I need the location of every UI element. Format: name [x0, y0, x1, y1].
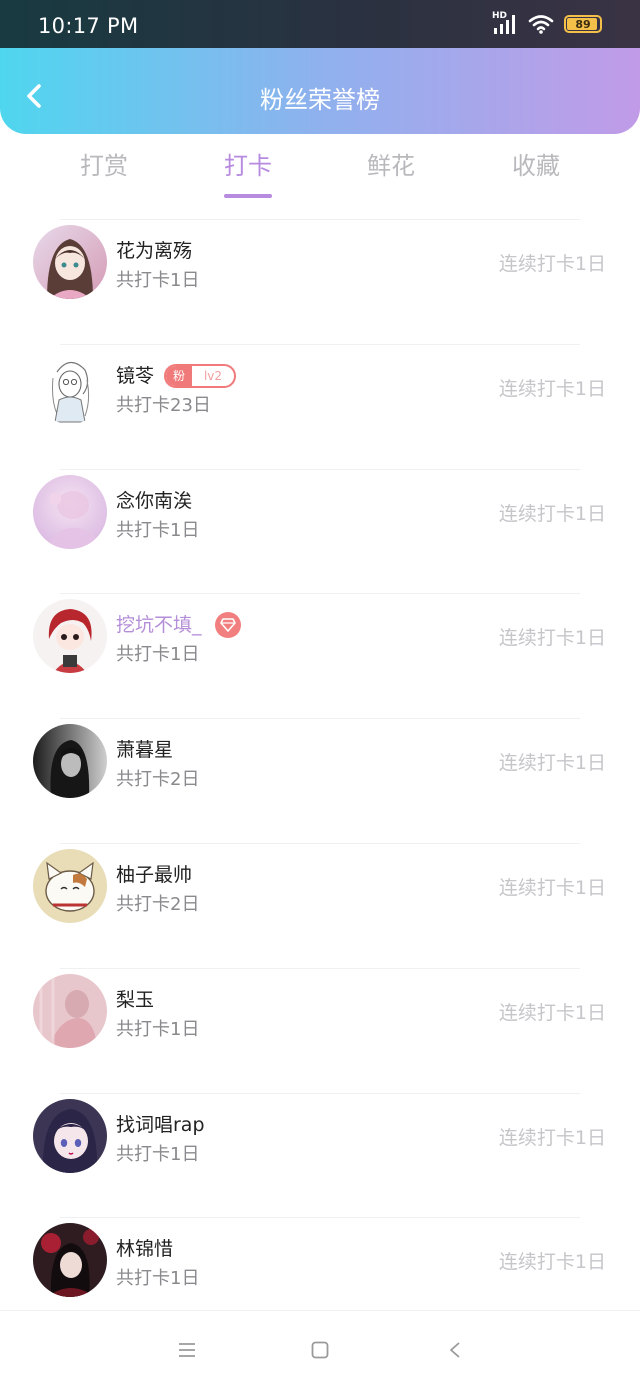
streak-label: 连续打卡1日	[498, 752, 606, 775]
avatar[interactable]	[33, 225, 107, 299]
total-checkins: 共打卡1日	[116, 519, 200, 541]
battery-level-text: 89	[575, 17, 591, 31]
vip-diamond-badge	[215, 612, 241, 639]
system-nav-bar	[0, 1310, 640, 1387]
tab-favorites[interactable]: 收藏	[481, 146, 591, 181]
total-checkins: 共打卡1日	[116, 270, 200, 291]
back-nav-button[interactable]	[440, 1337, 470, 1363]
avatar[interactable]	[33, 599, 107, 674]
streak-label: 连续打卡1日	[498, 1126, 606, 1149]
header-bar: 10:17 PM HD 89 粉丝荣誉榜	[0, 0, 640, 134]
status-bar: 10:17 PM HD 89	[0, 0, 640, 48]
user-name[interactable]: 萧暮星	[116, 735, 173, 762]
row-divider	[60, 842, 580, 844]
list-item[interactable]: 萧暮星 共打卡2日 连续打卡1日	[0, 711, 640, 836]
list-item[interactable]: 镜苓 粉 lv2 共打卡23日 连续打卡1日	[0, 337, 640, 462]
user-name[interactable]: 花为离殇	[116, 236, 192, 263]
menu-button[interactable]	[172, 1337, 202, 1363]
home-button[interactable]	[305, 1337, 335, 1363]
row-divider	[60, 718, 580, 720]
streak-label: 连续打卡1日	[498, 1001, 606, 1024]
row-divider	[60, 1092, 580, 1094]
tab-flowers[interactable]: 鲜花	[336, 146, 446, 181]
user-name[interactable]: 梨玉	[116, 985, 154, 1012]
avatar[interactable]	[33, 1098, 107, 1173]
avatar[interactable]	[33, 848, 107, 923]
list-item[interactable]: 花为离殇 共打卡1日 连续打卡1日	[0, 212, 640, 337]
user-name[interactable]: 镜苓	[116, 361, 154, 388]
battery-icon: 89	[564, 15, 602, 33]
avatar[interactable]	[33, 1223, 107, 1298]
list-item[interactable]: 挖坑不填_ 共打卡1日 连续打卡1日	[0, 586, 640, 711]
streak-label: 连续打卡1日	[498, 627, 606, 650]
total-checkins: 共打卡1日	[116, 644, 200, 666]
avatar[interactable]	[33, 349, 107, 424]
total-checkins: 共打卡1日	[116, 1143, 200, 1165]
avatar[interactable]	[33, 724, 107, 799]
signal-icon: HD	[492, 11, 518, 35]
list-item[interactable]: 念你南涘 共打卡1日 连续打卡1日	[0, 462, 640, 587]
menu-icon	[179, 1343, 195, 1357]
streak-label: 连续打卡1日	[498, 253, 606, 275]
fan-badge-level: lv2	[203, 368, 223, 383]
streak-label: 连续打卡1日	[498, 1251, 606, 1274]
total-checkins: 共打卡23日	[116, 394, 211, 416]
diamond-icon	[220, 618, 236, 633]
fan-badge-label: 粉	[166, 365, 192, 386]
tab-reward[interactable]: 打赏	[49, 146, 159, 181]
back-triangle-icon	[450, 1342, 460, 1358]
user-name[interactable]: 挖坑不填_	[116, 610, 202, 637]
streak-label: 连续打卡1日	[498, 876, 606, 899]
avatar[interactable]	[33, 474, 107, 549]
streak-label: 连续打卡1日	[498, 502, 606, 525]
page-title: 粉丝荣誉榜	[260, 86, 380, 114]
list-item[interactable]: 梨玉 共打卡1日 连续打卡1日	[0, 961, 640, 1086]
status-time: 10:17 PM	[38, 14, 139, 38]
tab-checkin[interactable]: 打卡	[193, 146, 303, 181]
status-icons: HD 89	[492, 11, 602, 36]
fan-list: 花为离殇 共打卡1日 连续打卡1日 镜苓 粉 lv2 共打卡23日 连续打卡1日	[0, 212, 640, 1335]
fan-level-badge: 粉 lv2	[164, 363, 236, 388]
avatar[interactable]	[33, 973, 107, 1048]
row-divider	[60, 967, 580, 969]
row-divider	[60, 343, 580, 345]
row-divider	[60, 1217, 580, 1219]
total-checkins: 共打卡1日	[116, 1268, 200, 1290]
streak-label: 连续打卡1日	[498, 377, 606, 400]
row-divider	[60, 219, 580, 220]
user-name[interactable]: 念你南涘	[116, 486, 192, 513]
user-name[interactable]: 柚子最帅	[116, 860, 192, 887]
row-divider	[60, 593, 580, 595]
user-name[interactable]: 找词唱rap	[116, 1110, 205, 1137]
home-square-icon	[311, 1341, 329, 1359]
tab-active-indicator	[224, 194, 272, 198]
list-item[interactable]: 找词唱rap 共打卡1日 连续打卡1日	[0, 1086, 640, 1211]
total-checkins: 共打卡2日	[116, 893, 200, 915]
wifi-icon	[528, 15, 554, 34]
row-divider	[60, 468, 580, 470]
total-checkins: 共打卡2日	[116, 769, 200, 791]
user-name[interactable]: 林锦惜	[116, 1234, 173, 1261]
tab-bar: 打赏 打卡 鲜花 收藏	[0, 146, 640, 202]
list-item[interactable]: 柚子最帅 共打卡2日 连续打卡1日	[0, 836, 640, 961]
total-checkins: 共打卡1日	[116, 1018, 200, 1040]
